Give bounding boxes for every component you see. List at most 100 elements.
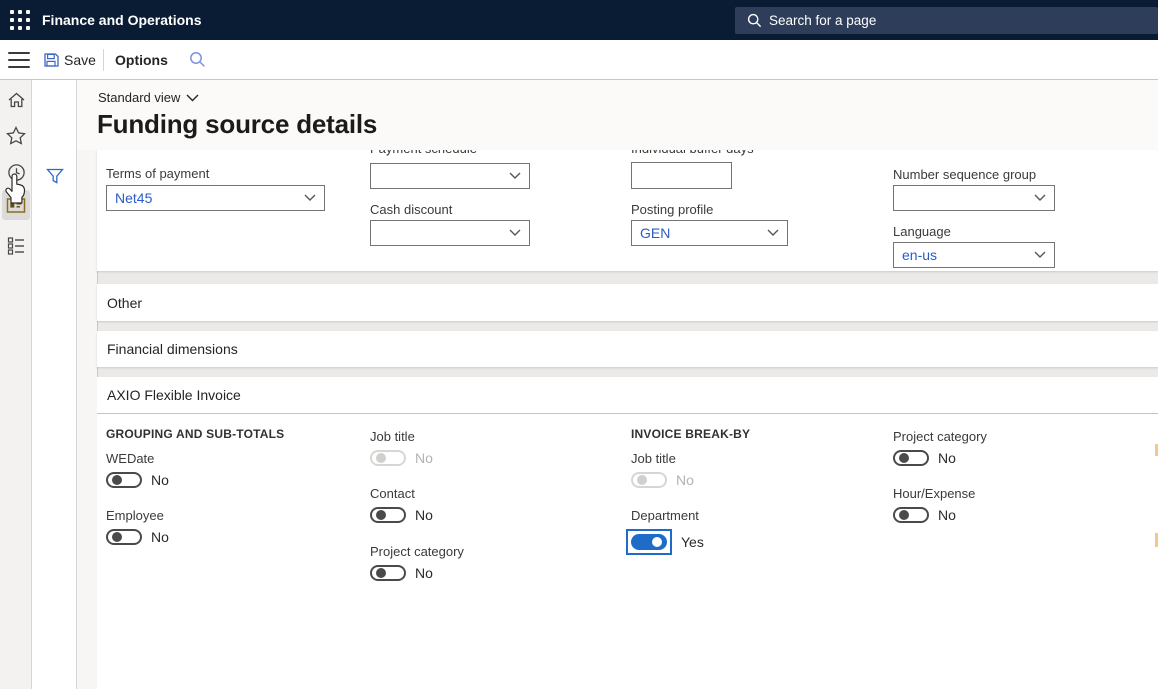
waffle-icon — [10, 10, 30, 30]
group-header-grouping-subtotals: GROUPING AND SUB-TOTALS — [106, 427, 284, 441]
toggle-field-project-category: Project category No — [370, 544, 464, 581]
toggle-label: Department — [631, 508, 704, 523]
toggle-field-wedate: WEDate No — [106, 451, 169, 488]
terms-of-payment-value: Net45 — [115, 190, 152, 206]
star-icon — [6, 126, 26, 145]
list-icon — [7, 236, 26, 255]
focus-ring — [626, 529, 672, 555]
toggle-field-job-title: Job title No — [370, 429, 433, 466]
employee-toggle[interactable] — [106, 529, 142, 545]
section-header-axio-flexible-invoice[interactable]: AXIO Flexible Invoice — [97, 377, 1158, 413]
field-label: Cash discount — [370, 202, 452, 217]
toolbar-search-button[interactable] — [189, 40, 206, 79]
section-label: AXIO Flexible Invoice — [107, 387, 241, 403]
job-title-breakby-toggle — [631, 472, 667, 488]
filter-pane-button[interactable] — [44, 165, 66, 187]
field-label: Terms of payment — [106, 166, 209, 181]
toolbar-divider — [103, 49, 104, 71]
payment-schedule-combobox[interactable] — [370, 163, 530, 189]
toggle-label: Project category — [893, 429, 987, 444]
toggle-label: Employee — [106, 508, 169, 523]
job-title-toggle — [370, 450, 406, 466]
favorites-button[interactable] — [0, 121, 32, 149]
chevron-down-icon — [1034, 194, 1046, 202]
page-header: Standard view Funding source details — [77, 80, 1158, 150]
workspaces-list-button[interactable] — [0, 231, 32, 259]
filter-funnel-icon — [46, 168, 64, 185]
axio-section-body: GROUPING AND SUB-TOTALS INVOICE BREAK-BY… — [97, 413, 1158, 689]
posting-profile-value: GEN — [640, 225, 670, 241]
toggle-state: Yes — [681, 534, 704, 550]
number-sequence-group-combobox[interactable] — [893, 185, 1055, 211]
view-selector-label: Standard view — [98, 90, 180, 105]
funding-fields-card: Terms of payment Net45 Payment schedule … — [97, 150, 1158, 271]
toggle-label: Project category — [370, 544, 464, 559]
search-icon — [747, 13, 762, 28]
forms-button[interactable] — [2, 190, 30, 220]
toggle-field-hour-expense: Hour/Expense No — [893, 486, 975, 523]
home-icon — [7, 91, 26, 109]
app-launcher-button[interactable] — [0, 0, 40, 40]
toggle-state: No — [938, 507, 956, 523]
field-label: Language — [893, 224, 951, 239]
field-label: Number sequence group — [893, 167, 1036, 182]
toggle-label: Job title — [370, 429, 433, 444]
toggle-field-contact: Contact No — [370, 486, 433, 523]
chevron-down-icon — [186, 94, 199, 102]
contact-toggle[interactable] — [370, 507, 406, 523]
section-label: Financial dimensions — [107, 341, 238, 357]
options-button[interactable]: Options — [115, 40, 168, 79]
chevron-down-icon — [509, 229, 521, 237]
toggle-state: No — [415, 450, 433, 466]
group-header-invoice-break-by: INVOICE BREAK-BY — [631, 427, 750, 441]
home-button[interactable] — [0, 86, 32, 114]
form-window-icon — [6, 197, 26, 214]
toggle-state: No — [415, 507, 433, 523]
toggle-state: No — [415, 565, 433, 581]
toggle-label: Contact — [370, 486, 433, 501]
project-category-2-toggle[interactable] — [893, 450, 929, 466]
save-button-label: Save — [64, 52, 96, 68]
hour-expense-toggle[interactable] — [893, 507, 929, 523]
filter-rail — [32, 80, 77, 689]
field-label-clipped: Individual buffer days — [631, 150, 754, 156]
toggle-field-department: Department Yes — [631, 508, 704, 555]
options-button-label: Options — [115, 52, 168, 68]
top-bar: Finance and Operations — [0, 0, 1158, 40]
section-header-other[interactable]: Other — [97, 284, 1158, 321]
toggle-state: No — [151, 529, 169, 545]
chevron-down-icon — [304, 194, 316, 202]
department-toggle[interactable] — [631, 534, 667, 550]
posting-profile-combobox[interactable]: GEN — [631, 220, 788, 246]
cash-discount-combobox[interactable] — [370, 220, 530, 246]
section-label: Other — [107, 295, 142, 311]
nav-rail — [0, 80, 32, 689]
project-category-toggle[interactable] — [370, 565, 406, 581]
recent-button[interactable] — [0, 158, 32, 186]
toggle-state: No — [676, 472, 694, 488]
field-label-clipped: Payment schedule — [370, 150, 477, 156]
language-value: en-us — [902, 247, 937, 263]
terms-of-payment-combobox[interactable]: Net45 — [106, 185, 325, 211]
language-combobox[interactable]: en-us — [893, 242, 1055, 268]
toggle-field-job-title-breakby: Job title No — [631, 451, 694, 488]
toggle-field-employee: Employee No — [106, 508, 169, 545]
view-selector[interactable]: Standard view — [98, 90, 199, 105]
toggle-field-project-category-2: Project category No — [893, 429, 987, 466]
app-title: Finance and Operations — [42, 0, 201, 40]
wedate-toggle[interactable] — [106, 472, 142, 488]
action-toolbar: Save Options — [0, 40, 1158, 80]
nav-hamburger-button[interactable] — [8, 52, 30, 68]
page-search-input[interactable] — [769, 13, 1099, 28]
page-search-box[interactable] — [735, 7, 1158, 34]
individual-buffer-days-input[interactable] — [631, 162, 732, 189]
chevron-down-icon — [1034, 251, 1046, 259]
field-label: Posting profile — [631, 202, 713, 217]
save-button[interactable]: Save — [43, 40, 96, 79]
toggle-state: No — [151, 472, 169, 488]
toggle-label: Job title — [631, 451, 694, 466]
content-left-gutter — [77, 150, 97, 689]
clock-icon — [7, 163, 26, 182]
toggle-label: WEDate — [106, 451, 169, 466]
section-header-financial-dimensions[interactable]: Financial dimensions — [97, 331, 1158, 367]
